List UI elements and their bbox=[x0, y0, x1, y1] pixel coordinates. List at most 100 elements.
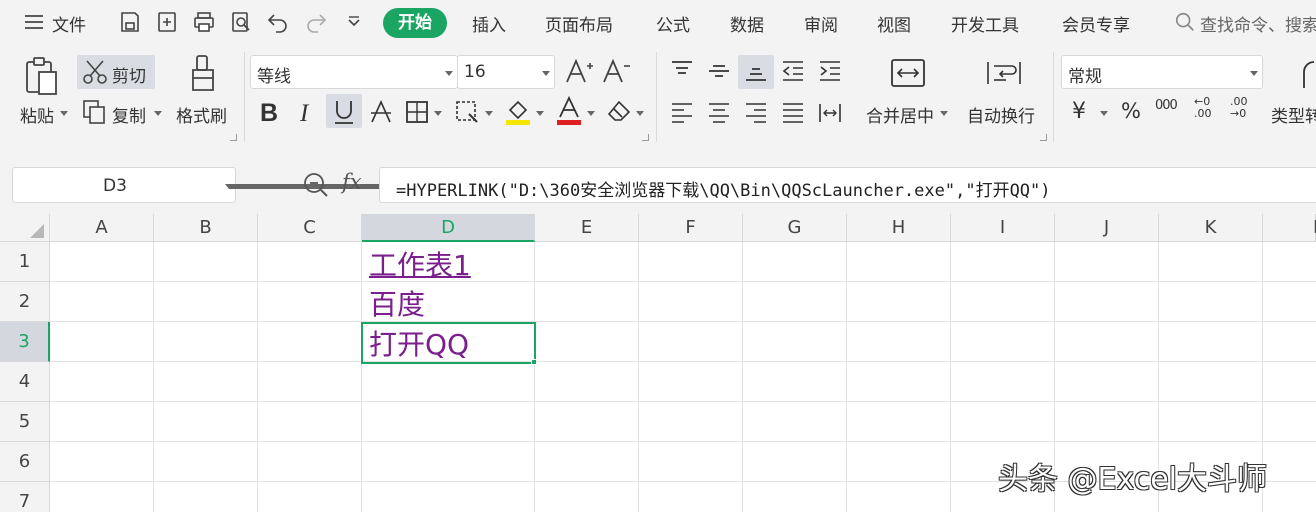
tab-view[interactable]: 视图 bbox=[877, 11, 911, 36]
row-header[interactable]: 2 bbox=[0, 282, 50, 322]
wrap-text-icon[interactable] bbox=[986, 58, 1022, 88]
increase-indent-icon[interactable] bbox=[818, 60, 842, 82]
undo-icon[interactable] bbox=[266, 10, 290, 34]
justify-icon[interactable] bbox=[781, 102, 805, 124]
select-all-corner[interactable] bbox=[0, 214, 50, 242]
borders-dropdown-icon[interactable] bbox=[434, 111, 442, 116]
insert-function-icon[interactable]: fx bbox=[342, 170, 362, 194]
zoom-search-icon[interactable] bbox=[302, 171, 330, 199]
increase-font-size-icon[interactable] bbox=[565, 58, 595, 84]
column-header[interactable]: J bbox=[1055, 214, 1159, 242]
row-header[interactable]: 6 bbox=[0, 442, 50, 482]
name-box[interactable]: D3 bbox=[12, 167, 429, 203]
column-header[interactable]: B bbox=[154, 214, 258, 242]
merge-center-button[interactable]: 合并居中 bbox=[866, 102, 934, 127]
underline-icon[interactable] bbox=[332, 98, 356, 126]
column-header[interactable]: A bbox=[50, 214, 154, 242]
file-menu[interactable]: 文件 bbox=[52, 11, 86, 36]
cut-icon[interactable] bbox=[82, 59, 108, 85]
column-header[interactable]: E bbox=[535, 214, 639, 242]
column-header[interactable]: K bbox=[1159, 214, 1263, 242]
copy-button[interactable]: 复制 bbox=[112, 102, 146, 127]
increase-decimal-button[interactable]: ←0 .00 bbox=[1194, 96, 1220, 120]
font-size-select[interactable]: 16 bbox=[457, 55, 555, 89]
tab-insert[interactable]: 插入 bbox=[472, 11, 506, 36]
clear-format-dropdown-icon[interactable] bbox=[636, 111, 644, 116]
font-name-select[interactable]: 等线 bbox=[250, 55, 458, 89]
bold-icon[interactable]: B bbox=[258, 98, 280, 126]
paste-button[interactable]: 粘贴 bbox=[20, 102, 54, 127]
export-pdf-icon[interactable] bbox=[155, 10, 179, 34]
borders-icon[interactable] bbox=[405, 100, 429, 124]
format-painter-button[interactable]: 格式刷 bbox=[176, 102, 227, 127]
fill-handle[interactable] bbox=[531, 359, 537, 365]
decrease-decimal-button[interactable]: .00 →0 bbox=[1230, 96, 1256, 120]
copy-dropdown-icon[interactable] bbox=[154, 111, 162, 116]
tab-formulas[interactable]: 公式 bbox=[656, 11, 690, 36]
quick-access-dropdown-icon[interactable] bbox=[342, 10, 366, 34]
paste-icon[interactable] bbox=[24, 56, 60, 96]
cut-button[interactable]: 剪切 bbox=[112, 62, 146, 87]
formula-input[interactable]: =HYPERLINK("D:\360安全浏览器下载\QQ\Bin\QQScLau… bbox=[379, 167, 1316, 203]
tab-home[interactable]: 开始 bbox=[383, 8, 447, 38]
merge-center-dropdown-icon[interactable] bbox=[940, 111, 948, 116]
column-header[interactable]: H bbox=[847, 214, 951, 242]
column-header[interactable]: C bbox=[258, 214, 362, 242]
print-icon[interactable] bbox=[192, 10, 216, 34]
column-header[interactable]: I bbox=[951, 214, 1055, 242]
cell-style-dropdown-icon[interactable] bbox=[485, 111, 493, 116]
align-center-icon[interactable] bbox=[707, 102, 731, 124]
alignment-launcher-icon[interactable] bbox=[1040, 134, 1047, 141]
row-header[interactable]: 7 bbox=[0, 482, 50, 512]
number-format-select[interactable]: 常规 bbox=[1061, 55, 1263, 89]
cell-D1-hyperlink[interactable]: 工作表1 bbox=[369, 246, 471, 286]
tab-page-layout[interactable]: 页面布局 bbox=[545, 11, 613, 36]
currency-dropdown-icon[interactable] bbox=[1100, 111, 1108, 116]
clipboard-launcher-icon[interactable] bbox=[230, 134, 237, 141]
distributed-align-icon[interactable] bbox=[818, 102, 842, 124]
strikethrough-icon[interactable] bbox=[369, 98, 393, 126]
font-color-icon[interactable] bbox=[556, 96, 582, 126]
command-search[interactable]: 查找命令、搜索模板 bbox=[1174, 10, 1316, 36]
column-header[interactable]: L bbox=[1263, 214, 1316, 242]
align-left-icon[interactable] bbox=[670, 102, 694, 124]
decrease-font-size-icon[interactable] bbox=[602, 58, 632, 84]
copy-icon[interactable] bbox=[82, 99, 106, 125]
type-convert-button[interactable]: 类型转换 bbox=[1271, 102, 1316, 127]
column-header[interactable]: F bbox=[639, 214, 743, 242]
align-top-icon[interactable] bbox=[670, 60, 694, 82]
tab-member[interactable]: 会员专享 bbox=[1062, 11, 1130, 36]
format-painter-icon[interactable] bbox=[188, 54, 218, 94]
tab-developer[interactable]: 开发工具 bbox=[951, 11, 1019, 36]
decrease-indent-icon[interactable] bbox=[781, 60, 805, 82]
search-input[interactable]: 查找命令、搜索模板 bbox=[1200, 11, 1316, 36]
column-header[interactable]: G bbox=[743, 214, 847, 242]
tab-review[interactable]: 审阅 bbox=[804, 11, 838, 36]
row-header[interactable]: 5 bbox=[0, 402, 50, 442]
font-color-dropdown-icon[interactable] bbox=[587, 111, 595, 116]
fill-color-icon[interactable] bbox=[505, 96, 531, 126]
align-bottom-icon[interactable] bbox=[744, 60, 768, 82]
wrap-text-button[interactable]: 自动换行 bbox=[967, 102, 1035, 127]
redo-icon[interactable] bbox=[304, 10, 328, 34]
row-header-selected[interactable]: 3 bbox=[0, 322, 50, 362]
cell-D2-hyperlink[interactable]: 百度 bbox=[369, 285, 425, 325]
percent-format-button[interactable]: % bbox=[1121, 99, 1141, 123]
merge-center-icon[interactable] bbox=[890, 58, 926, 88]
currency-format-button[interactable]: ¥ bbox=[1072, 99, 1086, 124]
paste-dropdown-icon[interactable] bbox=[60, 111, 68, 116]
cell-style-icon[interactable] bbox=[455, 100, 481, 124]
thousands-separator-button[interactable]: 000 bbox=[1155, 98, 1178, 113]
row-header[interactable]: 4 bbox=[0, 362, 50, 402]
fill-color-dropdown-icon[interactable] bbox=[536, 111, 544, 116]
align-right-icon[interactable] bbox=[744, 102, 768, 124]
italic-icon[interactable]: I bbox=[296, 98, 318, 126]
align-middle-icon[interactable] bbox=[707, 60, 731, 82]
hamburger-menu-icon[interactable] bbox=[22, 10, 46, 34]
print-preview-icon[interactable] bbox=[229, 10, 253, 34]
column-header-selected[interactable]: D bbox=[362, 214, 535, 242]
type-convert-icon[interactable] bbox=[1296, 60, 1316, 90]
clear-format-icon[interactable] bbox=[606, 98, 632, 124]
save-icon[interactable] bbox=[118, 10, 142, 34]
font-launcher-icon[interactable] bbox=[642, 134, 649, 141]
